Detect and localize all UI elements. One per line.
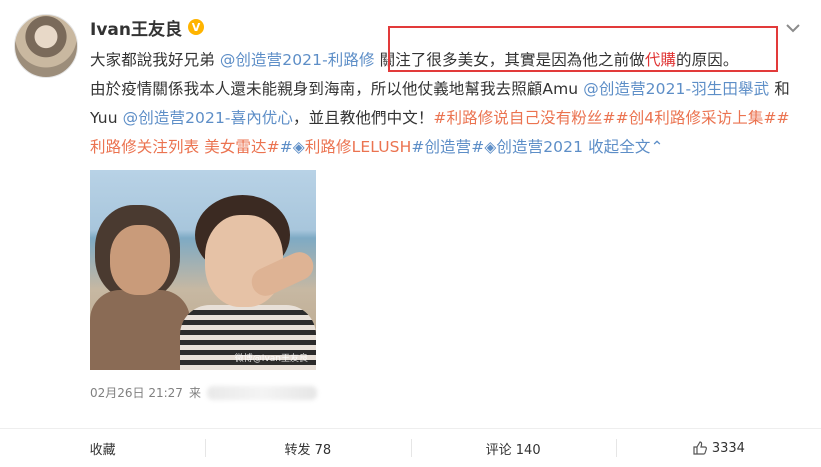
post-meta: 02月26日 21:27 来 — [90, 384, 317, 401]
like-count: 3334 — [711, 440, 745, 456]
text-segment: 由於疫情關係我本人還未能親身到海南，所以他仗義地幫我去照顧Amu — [90, 80, 584, 98]
topic-link[interactable]: #创4利路修采访上集# — [616, 109, 777, 127]
supertopic-link[interactable]: 创造营2021 — [496, 138, 583, 156]
highlight-word: 代購 — [644, 51, 677, 69]
comment-button[interactable]: 评论 140 — [410, 429, 616, 467]
photo-watermark: 微博@Ivan王友良 — [234, 354, 308, 364]
collapse-link[interactable]: 收起全文⌃ — [588, 138, 664, 156]
post-text: 大家都說我好兄弟 @创造营2021-利路修 關注了很多美女，其實是因為他之前做代… — [90, 46, 805, 162]
collapse-label: 收起全文 — [588, 138, 651, 156]
text-segment: 關注了很多美女，其實是因為他之前做 — [374, 51, 645, 69]
super-topic-icon: ◈ — [484, 138, 497, 156]
mention-link[interactable]: @创造营2021-利路修 — [220, 51, 375, 69]
favorite-label: 收藏 — [89, 442, 116, 458]
comment-label: 评论 140 — [485, 442, 541, 458]
source-prefix: 来 — [188, 386, 201, 400]
topic-link[interactable]: #利路修说自己没有粉丝# — [433, 109, 615, 127]
topic-link[interactable]: #创造营# — [411, 138, 484, 156]
author-name[interactable]: Ivan王友良 — [90, 15, 182, 40]
author-row: Ivan王友良 V — [90, 14, 204, 40]
like-button[interactable]: 3334 — [615, 429, 821, 467]
super-topic-icon: #◈ — [279, 138, 305, 156]
text-segment: 的原因。 — [676, 51, 739, 69]
blurred-source — [206, 385, 317, 400]
mention-link[interactable]: @创造营2021-羽生田舉武 — [583, 80, 769, 98]
avatar[interactable] — [14, 14, 78, 78]
thumbs-up-icon — [692, 440, 708, 456]
person-face — [110, 225, 170, 295]
repost-button[interactable]: 转发 78 — [205, 429, 410, 467]
text-segment: ，並且教他們中文！ — [293, 109, 434, 127]
chevron-up-icon: ⌃ — [650, 138, 664, 156]
supertopic-link[interactable]: 利路修LELUSH — [305, 138, 412, 156]
favorite-button[interactable]: 收藏 — [0, 429, 205, 467]
chevron-down-icon[interactable] — [783, 18, 803, 38]
action-bar: 收藏 转发 78 评论 140 3334 — [0, 429, 821, 467]
timestamp[interactable]: 02月26日 21:27 — [90, 384, 183, 401]
repost-label: 转发 78 — [284, 442, 332, 458]
text-segment: 大家都說我好兄弟 — [90, 51, 220, 69]
person-body — [90, 290, 190, 370]
post-photo[interactable]: 微博@Ivan王友良 — [90, 170, 316, 370]
mention-link[interactable]: @创造营2021-喜內优心 — [123, 109, 293, 127]
verified-badge-icon: V — [187, 19, 204, 35]
